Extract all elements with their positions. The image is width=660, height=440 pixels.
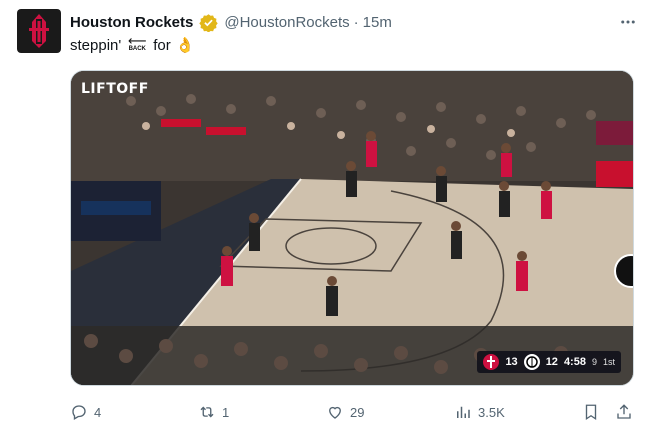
verified-badge-icon — [199, 13, 219, 32]
shot-clock: 9 — [591, 357, 597, 367]
back-emoji-text: BACK — [128, 46, 146, 52]
action-bar: 4 1 29 3.5K — [70, 400, 636, 424]
tweet-text: steppin' ⟵ BACK for 👌 — [70, 33, 195, 55]
display-name[interactable]: Houston Rockets — [70, 14, 193, 31]
rockets-team-icon — [483, 354, 500, 370]
reply-button[interactable]: 4 — [70, 403, 101, 421]
away-score: 12 — [545, 356, 558, 368]
more-icon — [621, 20, 635, 24]
tweet[interactable]: Houston Rockets @HoustonRockets · 15m st… — [0, 0, 660, 440]
views-icon — [457, 406, 470, 418]
tweet-text-after: for — [153, 36, 171, 54]
scorebug: 13 12 4:58 9 1st — [477, 351, 621, 373]
tweet-header: Houston Rockets @HoustonRockets · 15m — [70, 11, 392, 33]
reply-count: 4 — [94, 404, 102, 420]
reply-icon — [72, 405, 86, 420]
rockets-logo-icon — [29, 14, 49, 48]
avatar[interactable] — [17, 9, 61, 53]
game-clock: 4:58 — [563, 356, 586, 368]
timestamp[interactable]: 15m — [363, 14, 392, 31]
repost-count: 1 — [222, 404, 230, 420]
views-count: 3.5K — [478, 404, 505, 420]
video-media[interactable]: LIFTOFF 13 12 4:58 9 1st — [70, 70, 634, 386]
bookmark-button[interactable] — [582, 403, 600, 421]
like-icon — [329, 406, 341, 419]
quarter: 1st — [602, 357, 615, 367]
separator-dot: · — [353, 13, 359, 31]
tweet-text-before: steppin' — [70, 36, 122, 54]
like-button[interactable]: 29 — [326, 403, 364, 421]
back-arrow-emoji: ⟵ BACK — [126, 33, 148, 55]
nets-team-icon — [523, 354, 540, 370]
ok-hand-emoji: 👌 — [175, 37, 195, 54]
back-arrow-icon: ⟵ — [127, 33, 147, 48]
share-button[interactable] — [615, 403, 633, 421]
liftoff-brand: LIFTOFF — [81, 81, 149, 97]
views-button[interactable]: 3.5K — [454, 403, 505, 421]
more-button[interactable] — [616, 10, 640, 34]
share-icon — [617, 404, 631, 419]
bookmark-icon — [585, 404, 597, 421]
home-score: 13 — [505, 356, 518, 368]
like-count: 29 — [350, 404, 365, 420]
basketball-court-image — [71, 71, 633, 385]
repost-icon — [200, 406, 214, 418]
handle[interactable]: @HoustonRockets — [224, 14, 349, 31]
repost-button[interactable]: 1 — [198, 403, 229, 421]
